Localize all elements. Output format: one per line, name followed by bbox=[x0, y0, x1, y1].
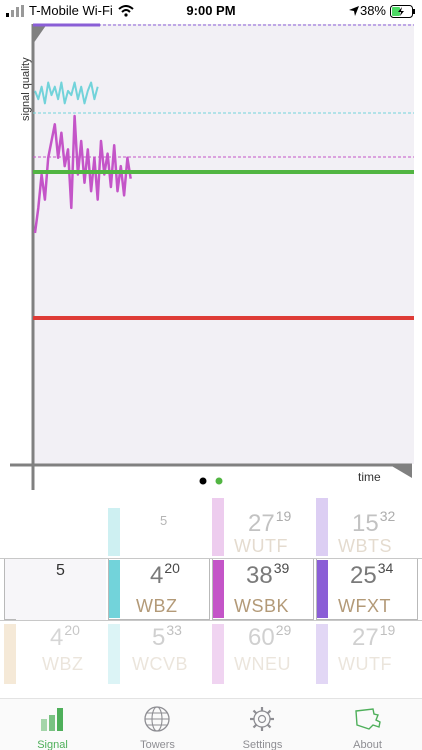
channel-number: 2719 bbox=[248, 508, 292, 537]
picker-column-2[interactable]: 5 420 WBZ 533 WCVB bbox=[108, 498, 210, 698]
location-arrow-icon bbox=[349, 6, 359, 16]
tab-bar: Signal Towers Settings About bbox=[0, 698, 422, 750]
tab-settings[interactable]: Settings bbox=[210, 703, 315, 750]
picker-column-4[interactable]: 1532 WBTS 2534 WFXT 2719 WUTF bbox=[316, 498, 418, 698]
picker-column-3[interactable]: 2719 WUTF 3839 WSBK 6029 WNEU bbox=[212, 498, 314, 698]
channel-number: 420 bbox=[150, 560, 180, 589]
call-sign: WFXT bbox=[338, 596, 391, 616]
signal-chart: signal quality time bbox=[0, 22, 422, 492]
column-color-band-faded bbox=[212, 498, 224, 556]
channel-number: 6029 bbox=[248, 622, 292, 651]
tab-label: Signal bbox=[37, 739, 68, 750]
chart-background bbox=[33, 24, 414, 464]
channel-number: 420 bbox=[50, 622, 80, 651]
massachusetts-map-icon bbox=[355, 708, 381, 730]
picker-selection-bottom bbox=[0, 620, 422, 621]
channel-number: 5 bbox=[56, 562, 65, 579]
tab-about[interactable]: About bbox=[315, 703, 420, 750]
channel-number: 1532 bbox=[352, 508, 396, 537]
signal-bars-icon bbox=[41, 708, 63, 731]
column-color-band-faded bbox=[212, 624, 224, 684]
call-sign: WUTF bbox=[338, 654, 392, 674]
call-sign: WSBK bbox=[234, 596, 290, 616]
call-sign: WNEU bbox=[234, 654, 291, 674]
column-color-band-faded bbox=[316, 498, 328, 556]
picker-column-1[interactable]: 5 420 WBZ bbox=[4, 498, 106, 698]
column-color-band-faded bbox=[108, 508, 120, 556]
channel-number: 2719 bbox=[352, 622, 396, 651]
call-sign: WBZ bbox=[42, 654, 84, 674]
column-color-band-faded bbox=[108, 624, 120, 684]
battery-charging-icon bbox=[390, 5, 415, 18]
call-sign: WBZ bbox=[136, 596, 178, 616]
tab-towers[interactable]: Towers bbox=[105, 703, 210, 750]
page-indicator bbox=[0, 474, 422, 488]
tab-label: Towers bbox=[140, 739, 175, 750]
gear-icon bbox=[250, 707, 274, 731]
call-sign: WCVB bbox=[132, 654, 188, 674]
tab-label: Settings bbox=[242, 739, 283, 750]
status-bar: T-Mobile Wi-Fi 9:00 PM 38% bbox=[0, 0, 422, 22]
battery-percent: 38% bbox=[359, 3, 386, 18]
y-axis-label: signal quality bbox=[20, 57, 32, 121]
channel-picker[interactable]: 5 420 WBZ 5 420 WBZ 533 WCVB 2719 WUTF 3… bbox=[0, 498, 422, 698]
channel-number: 533 bbox=[152, 622, 182, 651]
signal-chart-svg: signal quality time bbox=[10, 23, 414, 490]
page-dot-1[interactable] bbox=[199, 477, 207, 485]
column-color-band-faded bbox=[316, 624, 328, 684]
picker-selection-top bbox=[0, 558, 422, 559]
page-dot-2[interactable] bbox=[215, 477, 223, 485]
globe-icon bbox=[144, 706, 170, 732]
app-screen: T-Mobile Wi-Fi 9:00 PM 38% signal qualit… bbox=[0, 0, 422, 750]
call-sign: WBTS bbox=[338, 536, 392, 556]
tab-label: About bbox=[353, 739, 382, 750]
column-color-band-faded bbox=[4, 624, 16, 684]
call-sign: WUTF bbox=[234, 536, 288, 556]
channel-number: 5 bbox=[160, 513, 168, 528]
channel-number: 2534 bbox=[350, 560, 394, 589]
channel-number: 3839 bbox=[246, 560, 290, 589]
tab-signal[interactable]: Signal bbox=[0, 703, 105, 750]
